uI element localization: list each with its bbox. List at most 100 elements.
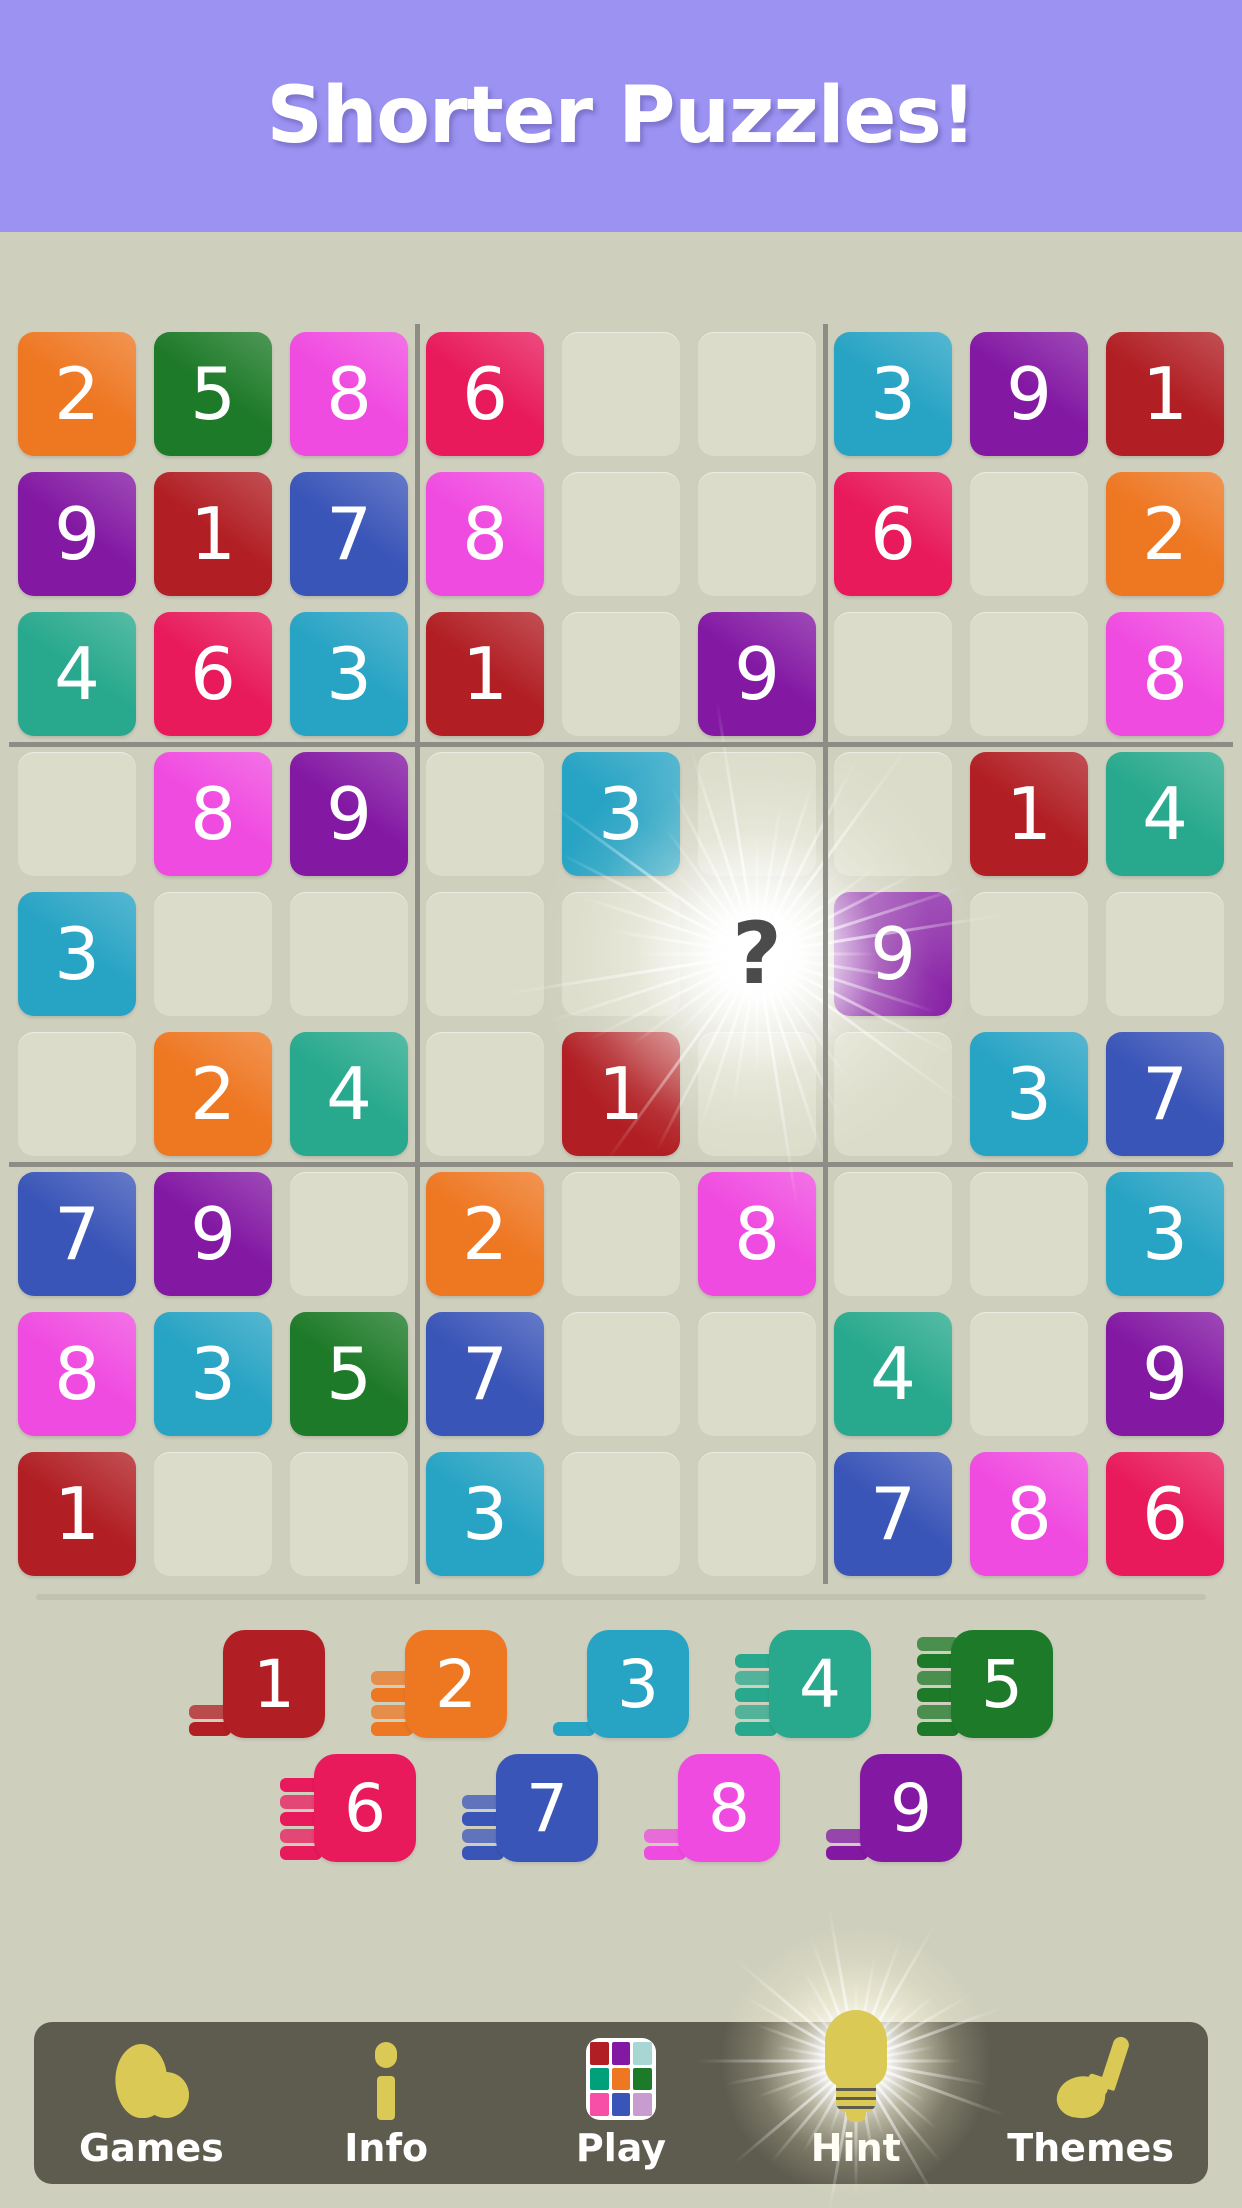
sudoku-cell[interactable]: 3 bbox=[9, 884, 145, 1024]
sudoku-tile-empty[interactable] bbox=[970, 1172, 1088, 1296]
sudoku-tile-filled[interactable]: 9 bbox=[154, 1172, 272, 1296]
sudoku-tile-empty[interactable] bbox=[698, 1032, 816, 1156]
sudoku-cell[interactable]: 2 bbox=[9, 324, 145, 464]
sudoku-cell[interactable]: 1 bbox=[9, 1444, 145, 1584]
sudoku-cell[interactable] bbox=[689, 1444, 825, 1584]
number-pad-row-2[interactable]: 6789 bbox=[0, 1754, 1242, 1862]
nav-item-games[interactable]: Games bbox=[41, 2038, 261, 2170]
number-pad-tile[interactable]: 1 bbox=[223, 1630, 325, 1738]
sudoku-tile-filled[interactable]: 7 bbox=[290, 472, 408, 596]
sudoku-cell[interactable] bbox=[145, 1444, 281, 1584]
sudoku-tile-filled[interactable]: 8 bbox=[154, 752, 272, 876]
number-pad-tile[interactable]: 9 bbox=[860, 1754, 962, 1862]
sudoku-cell[interactable] bbox=[961, 1164, 1097, 1304]
number-pad-tile[interactable]: 8 bbox=[678, 1754, 780, 1862]
number-pad-button[interactable]: 6 bbox=[280, 1754, 416, 1862]
number-pad[interactable]: 12345 6789 bbox=[0, 1630, 1242, 1878]
sudoku-tile-empty[interactable] bbox=[154, 1452, 272, 1576]
sudoku-cell[interactable]: 7 bbox=[281, 464, 417, 604]
sudoku-tile-filled[interactable]: 4 bbox=[18, 612, 136, 736]
sudoku-cell[interactable] bbox=[553, 464, 689, 604]
number-pad-button[interactable]: 2 bbox=[371, 1630, 507, 1738]
sudoku-cell[interactable]: 4 bbox=[1097, 744, 1233, 884]
sudoku-cell[interactable] bbox=[825, 1024, 961, 1164]
sudoku-cell[interactable]: 1 bbox=[145, 464, 281, 604]
sudoku-cell[interactable] bbox=[281, 884, 417, 1024]
sudoku-cell[interactable] bbox=[961, 464, 1097, 604]
sudoku-cell[interactable]: 2 bbox=[1097, 464, 1233, 604]
bottom-navigation-bar[interactable]: Games Info Play Hint bbox=[34, 1904, 1208, 2208]
sudoku-cell[interactable]: 7 bbox=[825, 1444, 961, 1584]
sudoku-tile-filled[interactable]: 3 bbox=[970, 1032, 1088, 1156]
sudoku-cell[interactable]: 9 bbox=[281, 744, 417, 884]
sudoku-tile-empty[interactable] bbox=[834, 612, 952, 736]
sudoku-tile-filled[interactable]: 3 bbox=[290, 612, 408, 736]
sudoku-cell[interactable]: 8 bbox=[689, 1164, 825, 1304]
nav-item-play[interactable]: Play bbox=[511, 2038, 731, 2170]
nav-item-themes[interactable]: Themes bbox=[981, 2034, 1201, 2170]
number-pad-tile[interactable]: 3 bbox=[587, 1630, 689, 1738]
sudoku-cell[interactable] bbox=[281, 1164, 417, 1304]
sudoku-tile-filled[interactable]: 6 bbox=[1106, 1452, 1224, 1576]
sudoku-cell[interactable] bbox=[961, 1304, 1097, 1444]
sudoku-cell[interactable] bbox=[1097, 884, 1233, 1024]
sudoku-cell[interactable]: 6 bbox=[145, 604, 281, 744]
sudoku-tile-filled[interactable]: 1 bbox=[1106, 332, 1224, 456]
sudoku-tile-filled[interactable]: 1 bbox=[970, 752, 1088, 876]
sudoku-tile-filled[interactable]: 9 bbox=[1106, 1312, 1224, 1436]
sudoku-cell[interactable]: 3 bbox=[961, 1024, 1097, 1164]
sudoku-tile-empty[interactable] bbox=[562, 1452, 680, 1576]
sudoku-tile-filled[interactable]: 2 bbox=[18, 332, 136, 456]
sudoku-tile-filled[interactable]: 1 bbox=[426, 612, 544, 736]
sudoku-tile-empty[interactable] bbox=[834, 752, 952, 876]
number-pad-button[interactable]: 1 bbox=[189, 1630, 325, 1738]
number-pad-tile[interactable]: 2 bbox=[405, 1630, 507, 1738]
sudoku-cell[interactable]: 1 bbox=[553, 1024, 689, 1164]
sudoku-cell[interactable]: 5 bbox=[145, 324, 281, 464]
sudoku-cell[interactable]: 1 bbox=[1097, 324, 1233, 464]
sudoku-tile-empty[interactable] bbox=[970, 612, 1088, 736]
sudoku-cell[interactable]: 7 bbox=[417, 1304, 553, 1444]
sudoku-cell[interactable]: 1 bbox=[417, 604, 553, 744]
sudoku-tile-filled[interactable]: 8 bbox=[698, 1172, 816, 1296]
number-pad-button[interactable]: 5 bbox=[917, 1630, 1053, 1738]
sudoku-tile-filled[interactable]: 2 bbox=[154, 1032, 272, 1156]
sudoku-tile-filled[interactable]: 3 bbox=[1106, 1172, 1224, 1296]
sudoku-cell[interactable]: 8 bbox=[9, 1304, 145, 1444]
sudoku-tile-filled[interactable]: 4 bbox=[834, 1312, 952, 1436]
sudoku-tile-filled[interactable]: 5 bbox=[154, 332, 272, 456]
sudoku-cell[interactable]: 8 bbox=[417, 464, 553, 604]
number-pad-tile[interactable]: 4 bbox=[769, 1630, 871, 1738]
number-pad-tile[interactable]: 7 bbox=[496, 1754, 598, 1862]
sudoku-tile-filled[interactable]: 3 bbox=[426, 1452, 544, 1576]
sudoku-tile-filled[interactable]: 1 bbox=[18, 1452, 136, 1576]
sudoku-cell[interactable]: 7 bbox=[9, 1164, 145, 1304]
sudoku-cell[interactable] bbox=[281, 1444, 417, 1584]
number-pad-button[interactable]: 9 bbox=[826, 1754, 962, 1862]
sudoku-tile-filled[interactable]: 9 bbox=[18, 472, 136, 596]
nav-item-hint[interactable]: Hint bbox=[697, 1904, 1005, 2208]
sudoku-cell[interactable] bbox=[145, 884, 281, 1024]
sudoku-tile-filled[interactable]: 8 bbox=[426, 472, 544, 596]
sudoku-tile-empty[interactable] bbox=[562, 1172, 680, 1296]
sudoku-cell[interactable]: 8 bbox=[1097, 604, 1233, 744]
sudoku-tile-empty[interactable] bbox=[562, 1312, 680, 1436]
sudoku-cell[interactable]: 2 bbox=[417, 1164, 553, 1304]
sudoku-tile-filled[interactable]: 3 bbox=[834, 332, 952, 456]
sudoku-tile-filled[interactable]: 4 bbox=[290, 1032, 408, 1156]
sudoku-grid[interactable]: 2 5 8 6 3 9 1 9 1 7 8 6 2 4 6 3 1 9 8 8 9 3 1 4 3? 9 2 4 1 3 7 7 9 2 8 3 8 3 5… bbox=[9, 324, 1233, 1584]
sudoku-tile-empty[interactable] bbox=[698, 1452, 816, 1576]
sudoku-tile-empty[interactable] bbox=[698, 472, 816, 596]
sudoku-tile-empty[interactable] bbox=[698, 1312, 816, 1436]
sudoku-cell[interactable]: 4 bbox=[825, 1304, 961, 1444]
sudoku-cell[interactable] bbox=[825, 1164, 961, 1304]
sudoku-tile-filled[interactable]: 3 bbox=[18, 892, 136, 1016]
sudoku-cell[interactable]: 9 bbox=[961, 324, 1097, 464]
sudoku-tile-filled[interactable]: 6 bbox=[154, 612, 272, 736]
sudoku-cell[interactable] bbox=[689, 464, 825, 604]
sudoku-cell[interactable] bbox=[553, 884, 689, 1024]
sudoku-cell[interactable]: 2 bbox=[145, 1024, 281, 1164]
sudoku-cell[interactable]: ? bbox=[503, 700, 1011, 1208]
sudoku-tile-filled[interactable]: 7 bbox=[18, 1172, 136, 1296]
sudoku-cell[interactable]: 6 bbox=[1097, 1444, 1233, 1584]
